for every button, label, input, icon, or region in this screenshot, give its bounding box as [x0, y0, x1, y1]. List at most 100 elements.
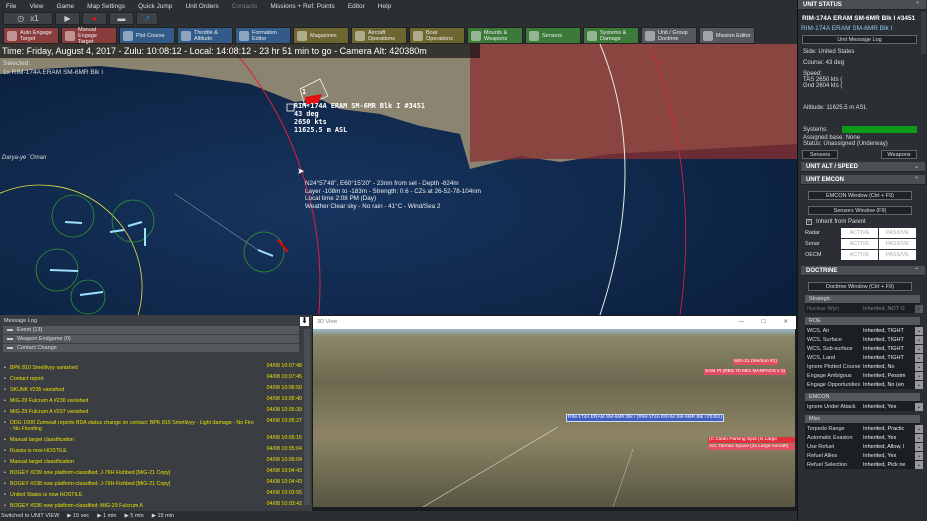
log-message[interactable]: DDG 1000 Zumwalt reports BDA status chan…	[4, 418, 302, 432]
download-icon[interactable]: ⬇	[300, 317, 309, 326]
log-message[interactable]: MiG-29 Fulcrum A #236 vanished04/08 10:0…	[4, 396, 302, 404]
menu-file[interactable]: File	[6, 3, 16, 10]
3d-tag-sam[interactable]: SAM Pt (RBS 70 Mk1 MANPADS x 3)	[704, 369, 787, 375]
collapse-icon[interactable]: ⌃	[914, 175, 919, 185]
menu-editor[interactable]: Editor	[348, 3, 365, 10]
log-message[interactable]: Contact report04/08 10:07:45	[4, 374, 302, 382]
sensors-window-button[interactable]: Sensors Window (F9)	[808, 206, 912, 215]
log-message[interactable]: Manual target classification04/08 10:05:…	[4, 457, 302, 465]
doctrine-header[interactable]: DOCTRINE ⌃	[801, 266, 925, 276]
3d-tag-own-unit[interactable]: RIM-174A ERAM SM-6MR Blk I (RIM-174A ERA…	[566, 414, 725, 422]
log-message[interactable]: BOGEY #239 now platform-classified: J-7I…	[4, 468, 302, 476]
cmd-button-auto-engage-target[interactable]: Auto Engage Target	[3, 27, 59, 44]
time-readout: Time: Friday, August 4, 2017 - Zulu: 10:…	[0, 44, 480, 58]
menu-quick-jump[interactable]: Quick Jump	[138, 3, 172, 10]
menu-unit-orders[interactable]: Unit Orders	[185, 3, 218, 10]
panel-scrollbar[interactable]	[921, 12, 926, 54]
log-section-contact-change[interactable]: Contact Change	[3, 344, 299, 352]
dropdown-chevron-icon[interactable]: ⌄	[915, 353, 923, 362]
menu-help[interactable]: Help	[378, 3, 391, 10]
alt-speed-header[interactable]: UNIT ALT / SPEED ⌄	[801, 162, 925, 172]
cmd-button-boat-operations[interactable]: Boat Operations	[409, 27, 465, 44]
cmd-button-plot-course[interactable]: Plot Course	[119, 27, 175, 44]
cmd-button-formation-editor[interactable]: Formation Editor	[235, 27, 291, 44]
3d-tag-tarmac[interactable]: A/C Tarmac Space (2x Large Aircraft)	[708, 444, 795, 450]
cmd-button-magazines[interactable]: Magazines	[293, 27, 349, 44]
emcon-window-button[interactable]: EMCON Window (Ctrl + F9)	[808, 191, 912, 200]
maximize-icon[interactable]: ☐	[761, 316, 766, 329]
record-button[interactable]: ●	[82, 12, 107, 25]
emcon-passive-button[interactable]: PASSIVE	[879, 239, 916, 249]
step-15min-button[interactable]: ▶ 15 min	[152, 513, 174, 519]
emcon-passive-button[interactable]: PASSIVE	[879, 250, 916, 260]
unit-message-log-button[interactable]: Unit Message Log	[802, 35, 917, 44]
weapons-button[interactable]: Weapons	[881, 150, 917, 159]
emcon-header[interactable]: UNIT EMCON ⌃	[801, 175, 925, 185]
cmd-button-mission-editor[interactable]: Mission Editor	[699, 27, 755, 44]
menu-game[interactable]: Game	[56, 3, 74, 10]
menu-contacts[interactable]: Contacts	[232, 3, 258, 10]
log-message[interactable]: United States is now HOSTILE04/08 10:03:…	[4, 490, 302, 498]
emcon-active-button[interactable]: ACTIVE	[841, 239, 878, 249]
log-message[interactable]: MiG-29 Fulcrum A #237 vanished04/08 10:0…	[4, 407, 302, 415]
step-15sec-button[interactable]: ▶ 15 sec	[67, 513, 89, 519]
dropdown-chevron-icon[interactable]: ⌄	[915, 402, 923, 411]
menu-view[interactable]: View	[29, 3, 43, 10]
emcon-active-button[interactable]: ACTIVE	[841, 228, 878, 238]
cmd-button-systems-damage[interactable]: Systems & Damage	[583, 27, 639, 44]
dropdown-chevron-icon[interactable]: ⌄	[915, 460, 923, 469]
log-section-event[interactable]: Event (13)	[3, 326, 299, 334]
log-message[interactable]: Russia is now HOSTILE04/08 10:05:04	[4, 446, 302, 454]
cmd-button-manual-engage-target[interactable]: Manual Engage Target	[61, 27, 117, 45]
cmd-button-mounts-weapons[interactable]: Mounts & Weapons	[467, 27, 523, 44]
cmd-button-unit-group-doctrine[interactable]: Unit / Group Doctrine	[641, 27, 697, 44]
dropdown-chevron-icon[interactable]: ⌄	[915, 335, 923, 344]
close-icon[interactable]: ✕	[783, 316, 788, 329]
dropdown-chevron-icon[interactable]: ⌄	[915, 304, 923, 313]
log-message[interactable]: BOGEY #236 now platform-classified: MiG-…	[4, 501, 302, 509]
emcon-passive-button[interactable]: PASSIVE	[879, 228, 916, 238]
jump-button[interactable]: ↗	[136, 12, 158, 25]
3d-tag-parking[interactable]: (C Clean Parking Spot (Is Large	[708, 437, 795, 443]
sensors-button[interactable]: Sensors	[802, 150, 838, 159]
dropdown-chevron-icon[interactable]: ⌄	[915, 451, 923, 460]
dropdown-chevron-icon[interactable]: ⌄	[915, 362, 923, 371]
3d-tag-mig21[interactable]: MiG-21 (Merkun #2)	[733, 359, 778, 365]
tactical-map[interactable]: Selected: 1x RIM-174A ERAM SM-6MR Blk I …	[0, 44, 797, 315]
log-message[interactable]: BPK 810 Smetlivyy vanished04/08 10:07:48	[4, 363, 302, 371]
time-compression-button[interactable]: ◷ x1	[3, 12, 53, 25]
cmd-button-aircraft-operations[interactable]: Aircraft Operations	[351, 27, 407, 44]
dropdown-chevron-icon[interactable]: ⌄	[915, 380, 923, 389]
collapse-icon[interactable]: ⌃	[915, 0, 920, 10]
command-icon	[703, 30, 713, 41]
menu-missions[interactable]: Missions + Ref. Points	[270, 3, 334, 10]
log-section-weapon-endgame[interactable]: Weapon Endgame (0)	[3, 335, 299, 343]
cmd-button-sensors[interactable]: Sensors	[525, 27, 581, 44]
step-1min-button[interactable]: ▶ 1 min	[97, 513, 116, 519]
collapse-icon[interactable]: ⌃	[914, 266, 919, 276]
doctrine-window-button[interactable]: Doctrine Window (Ctrl + F9)	[808, 282, 912, 291]
log-message[interactable]: Manual target classification04/08 10:05:…	[4, 435, 302, 443]
step-5min-button[interactable]: ▶ 5 min	[124, 513, 143, 519]
play-button[interactable]: ▶	[55, 12, 80, 25]
unit-map-label[interactable]: RIM-174A ERAM SM-6MR Blk I #3451 43 deg …	[294, 102, 425, 134]
dropdown-chevron-icon[interactable]: ⌄	[915, 344, 923, 353]
unit-class-link[interactable]: RIM-174A ERAM SM-6MR Blk I	[801, 25, 892, 32]
log-message[interactable]: SKUNK #235 vanished04/08 10:06:50	[4, 385, 302, 393]
emcon-active-button[interactable]: ACTIVE	[841, 250, 878, 260]
log-scrollbar[interactable]	[304, 329, 310, 505]
stop-button[interactable]: ▬	[109, 12, 134, 25]
unit-status-header[interactable]: UNIT STATUS ⌃	[798, 0, 926, 10]
log-message[interactable]: BOGEY #238 now platform-classified: J-7I…	[4, 479, 302, 487]
inherit-from-parent-checkbox[interactable]: ✓ Inherit from Parent	[806, 219, 866, 225]
dropdown-chevron-icon[interactable]: ⌄	[915, 442, 923, 451]
expand-icon[interactable]: ⌄	[914, 162, 919, 172]
dropdown-chevron-icon[interactable]: ⌄	[915, 424, 923, 433]
menu-map-settings[interactable]: Map Settings	[87, 3, 125, 10]
dropdown-chevron-icon[interactable]: ⌄	[915, 326, 923, 335]
minimize-icon[interactable]: —	[739, 316, 745, 329]
dropdown-chevron-icon[interactable]: ⌄	[915, 433, 923, 442]
cmd-button-throttle-altitude[interactable]: Throttle & Altitude	[177, 27, 233, 44]
dropdown-chevron-icon[interactable]: ⌄	[915, 371, 923, 380]
unit-altitude: Altitude: 11625.5 m ASL	[803, 105, 867, 111]
